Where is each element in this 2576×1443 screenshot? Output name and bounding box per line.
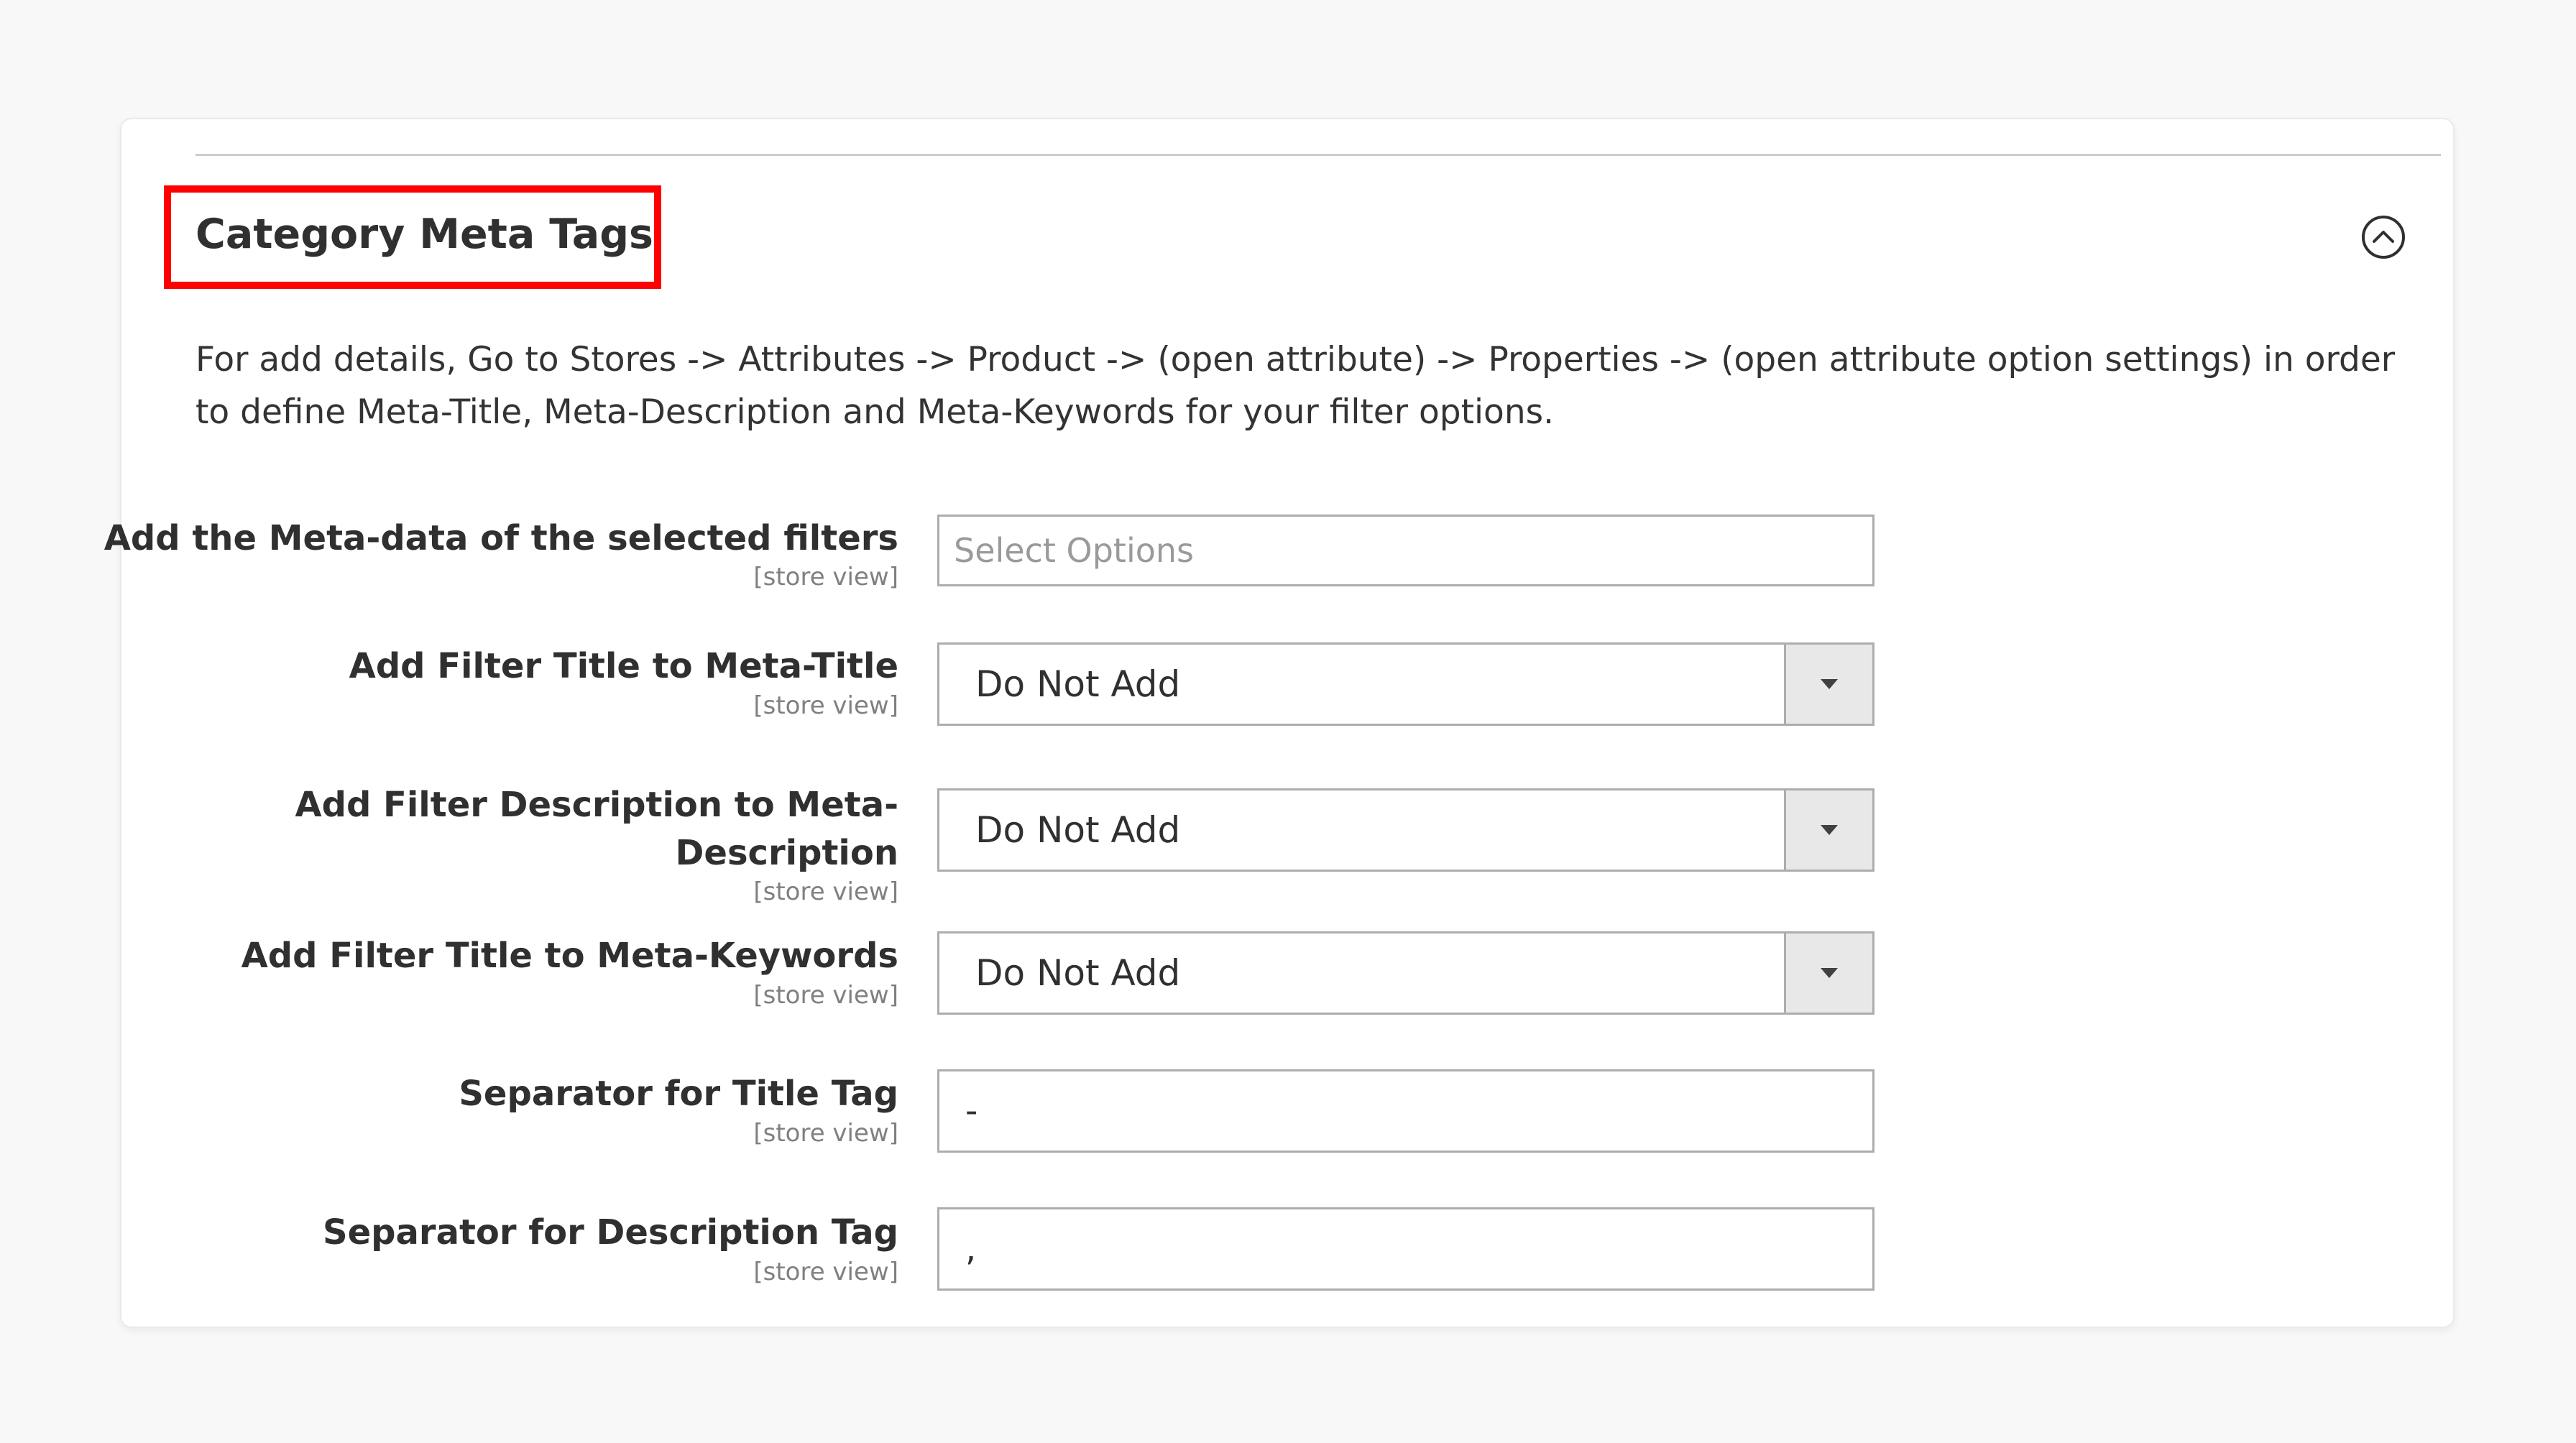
meta-keywords-label: Add Filter Title to Meta-Keywords — [241, 936, 898, 976]
meta-filters-label: Add the Meta-data of the selected filter… — [104, 518, 898, 558]
meta-title-select[interactable]: Do Not Add — [937, 642, 1874, 726]
description-separator-label: Separator for Description Tag — [323, 1212, 898, 1253]
highlight-annotation-box — [164, 185, 661, 289]
description-separator-input[interactable]: , — [937, 1207, 1874, 1291]
meta-keywords-select-value: Do Not Add — [975, 952, 1181, 994]
meta-title-label: Add Filter Title to Meta-Title — [349, 646, 898, 686]
meta-description-dropdown-toggle[interactable] — [1784, 790, 1872, 870]
meta-description-label-line2: Description — [675, 833, 898, 873]
title-separator-scope: [store view] — [753, 1119, 898, 1148]
meta-title-dropdown-toggle[interactable] — [1784, 645, 1872, 724]
meta-title-select-value: Do Not Add — [975, 663, 1181, 705]
meta-title-scope: [store view] — [753, 691, 898, 720]
meta-keywords-scope: [store view] — [753, 981, 898, 1010]
caret-down-icon — [1821, 825, 1838, 835]
chevron-up-circle-icon[interactable] — [2360, 214, 2406, 260]
meta-keywords-dropdown-toggle[interactable] — [1784, 933, 1872, 1013]
meta-filters-multiselect[interactable]: Select Options — [937, 515, 1874, 586]
meta-description-scope: [store view] — [753, 877, 898, 906]
meta-description-select[interactable]: Do Not Add — [937, 788, 1874, 872]
divider — [196, 154, 2441, 156]
title-separator-input[interactable]: - — [937, 1069, 1874, 1153]
meta-keywords-select[interactable]: Do Not Add — [937, 931, 1874, 1015]
meta-description-label-line1: Add Filter Description to Meta- — [295, 785, 898, 825]
section-description: For add details, Go to Stores -> Attribu… — [196, 340, 2396, 432]
caret-down-icon — [1821, 968, 1838, 978]
title-separator-label: Separator for Title Tag — [459, 1074, 898, 1114]
caret-down-icon — [1821, 679, 1838, 689]
description-separator-scope: [store view] — [753, 1258, 898, 1286]
meta-description-select-value: Do Not Add — [975, 809, 1181, 851]
meta-filters-scope: [store view] — [753, 563, 898, 591]
